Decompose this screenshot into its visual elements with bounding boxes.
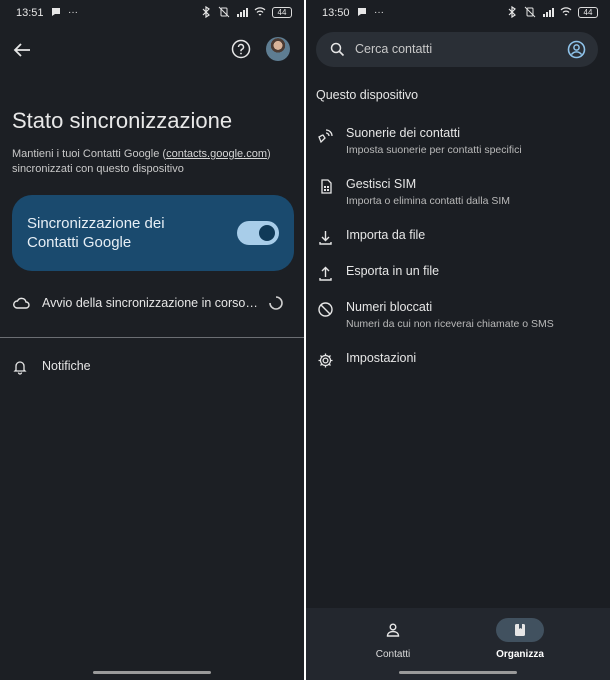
toggle-knob	[259, 225, 275, 241]
sync-description: Mantieni i tuoi Contatti Google (contact…	[12, 147, 292, 177]
help-icon[interactable]	[230, 38, 252, 60]
wifi-icon	[560, 7, 572, 16]
block-icon	[318, 302, 333, 317]
search-bar[interactable]: Cerca contatti	[316, 32, 598, 67]
status-time: 13:51	[16, 7, 44, 19]
ringtone-icon	[318, 129, 333, 144]
organize-screen: 13:50 ··· 44 Cerca contatti Questo dispo…	[306, 0, 610, 680]
search-icon	[330, 42, 345, 57]
gesture-bar	[93, 671, 211, 674]
menu-item-export-file[interactable]: Esporta in un file	[306, 264, 610, 304]
nav-label: Organizza	[496, 649, 544, 660]
google-contacts-sync-card[interactable]: Sincronizzazione dei Contatti Google	[12, 195, 294, 271]
menu-item-subtitle: Numeri da cui non riceverai chiamate o S…	[346, 318, 554, 330]
battery-icon: 44	[272, 6, 292, 18]
sync-progress-row: Avvio della sincronizzazione in corso…	[12, 292, 294, 316]
download-icon	[319, 231, 332, 245]
menu-item-settings[interactable]: Impostazioni	[306, 351, 610, 391]
settings-gear-icon	[318, 353, 333, 368]
description-text: Mantieni i tuoi Contatti Google (	[12, 148, 167, 160]
bottom-navigation: Contatti Organizza	[306, 608, 610, 680]
person-icon	[386, 623, 400, 637]
wifi-icon	[254, 7, 266, 16]
status-bar: 13:51 ··· 44	[0, 0, 304, 28]
divider	[0, 337, 304, 338]
nav-label: Contatti	[375, 649, 411, 660]
nav-tab-contacts[interactable]: Contatti	[343, 618, 443, 668]
cloud-icon	[13, 297, 30, 309]
chat-notification-icon	[52, 8, 60, 16]
bluetooth-icon	[508, 6, 516, 18]
page-title: Stato sincronizzazione	[12, 108, 233, 133]
back-arrow-icon[interactable]	[10, 38, 34, 62]
menu-item-manage-sim[interactable]: Gestisci SIM Importa o elimina contatti …	[306, 177, 610, 217]
section-title: Questo dispositivo	[316, 88, 419, 102]
menu-item-ringtones[interactable]: Suonerie dei contatti Imposta suonerie p…	[306, 126, 610, 166]
status-bar: 13:50 ··· 44	[306, 0, 610, 28]
nav-tab-organize[interactable]: Organizza	[470, 618, 570, 668]
notifications-label: Notifiche	[42, 359, 91, 373]
vibrate-off-icon	[524, 6, 536, 18]
menu-item-title: Importa da file	[346, 228, 426, 242]
menu-item-subtitle: Importa o elimina contatti dalla SIM	[346, 195, 510, 207]
signal-icon	[237, 8, 248, 17]
avatar[interactable]	[266, 37, 290, 61]
bookmark-book-icon	[515, 624, 525, 636]
account-circle-icon[interactable]	[567, 40, 586, 59]
sync-status-text: Avvio della sincronizzazione in corso…	[42, 296, 258, 310]
menu-item-import-file[interactable]: Importa da file	[306, 228, 610, 268]
battery-icon: 44	[578, 6, 598, 18]
sync-toggle[interactable]	[237, 221, 279, 245]
spinner-icon	[269, 296, 283, 310]
sim-card-icon	[321, 179, 332, 194]
menu-item-subtitle: Imposta suonerie per contatti specifici	[346, 144, 522, 156]
upload-icon	[319, 266, 332, 281]
sync-card-label: Sincronizzazione dei Contatti Google	[27, 215, 165, 251]
bell-icon	[13, 361, 27, 375]
chat-notification-icon	[358, 8, 366, 16]
menu-item-title: Impostazioni	[346, 351, 417, 365]
menu-item-title: Numeri bloccati	[346, 300, 433, 314]
notifications-row[interactable]: Notifiche	[12, 356, 262, 380]
bluetooth-icon	[202, 6, 210, 18]
status-time: 13:50	[322, 7, 350, 19]
menu-item-title: Gestisci SIM	[346, 177, 417, 191]
gesture-bar	[399, 671, 517, 674]
more-notifications-icon: ···	[68, 6, 78, 18]
vibrate-off-icon	[218, 6, 230, 18]
contacts-link[interactable]: contacts.google.com	[166, 148, 267, 160]
signal-icon	[543, 8, 554, 17]
search-input[interactable]: Cerca contatti	[355, 42, 432, 56]
sync-status-screen: 13:51 ··· 44 Stato sincronizzazione Mant…	[0, 0, 304, 680]
menu-item-title: Esporta in un file	[346, 264, 440, 278]
menu-item-title: Suonerie dei contatti	[346, 126, 460, 140]
menu-item-blocked-numbers[interactable]: Numeri bloccati Numeri da cui non riceve…	[306, 300, 610, 340]
more-notifications-icon: ···	[374, 6, 384, 18]
